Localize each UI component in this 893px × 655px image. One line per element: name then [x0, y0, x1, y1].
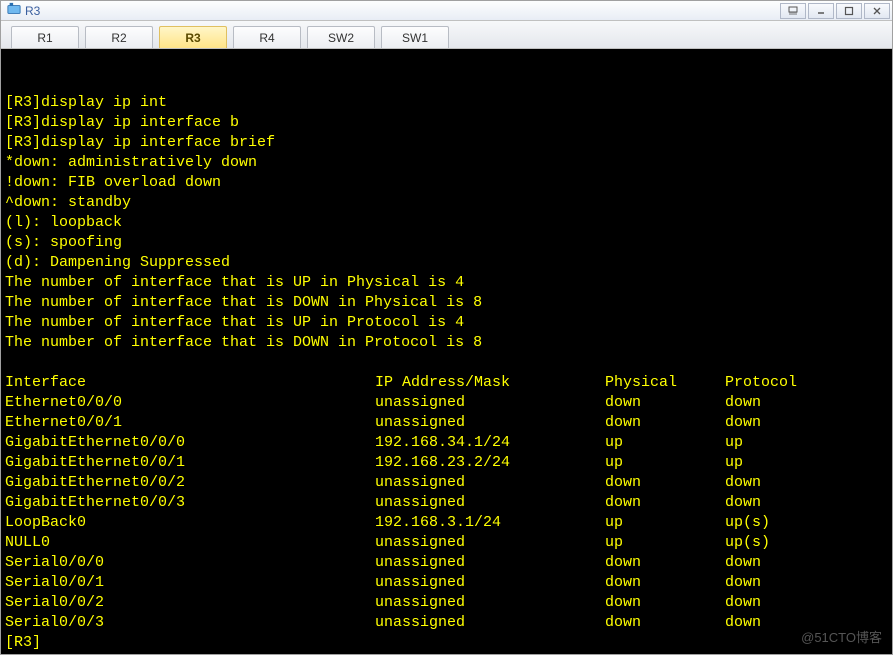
- table-row-col4: up(s): [725, 533, 888, 553]
- terminal-line: *down: administratively down: [5, 153, 888, 173]
- table-row: Serial0/0/1unassigneddowndown: [5, 573, 888, 593]
- options-button[interactable]: [780, 3, 806, 19]
- table-header-col4: Protocol: [725, 373, 888, 393]
- table-row-col3: up: [605, 453, 725, 473]
- table-row: NULL0unassignedupup(s): [5, 533, 888, 553]
- table-row-col1: Ethernet0/0/1: [5, 413, 375, 433]
- terminal-line: [R3]display ip interface brief: [5, 133, 888, 153]
- table-row-col1: GigabitEthernet0/0/1: [5, 453, 375, 473]
- terminal-line: (d): Dampening Suppressed: [5, 253, 888, 273]
- table-row-col2: unassigned: [375, 413, 605, 433]
- table-row-col2: 192.168.34.1/24: [375, 433, 605, 453]
- table-row-col3: down: [605, 493, 725, 513]
- terminal-line: [5, 353, 888, 373]
- table-header-col1: Interface: [5, 373, 375, 393]
- table-row: GigabitEthernet0/0/1192.168.23.2/24upup: [5, 453, 888, 473]
- table-row-col4: down: [725, 553, 888, 573]
- tab-sw2[interactable]: SW2: [307, 26, 375, 48]
- table-row: Serial0/0/2unassigneddowndown: [5, 593, 888, 613]
- table-row-col1: GigabitEthernet0/0/0: [5, 433, 375, 453]
- table-row-col2: unassigned: [375, 553, 605, 573]
- window-titlebar: R3: [1, 1, 892, 21]
- terminal-prompt: [R3]: [5, 633, 888, 653]
- table-row-col4: down: [725, 493, 888, 513]
- table-row-col3: down: [605, 613, 725, 633]
- table-row-col4: up(s): [725, 513, 888, 533]
- terminal-line: ^down: standby: [5, 193, 888, 213]
- terminal-output[interactable]: [R3]display ip int[R3]display ip interfa…: [1, 49, 892, 654]
- table-row-col3: up: [605, 433, 725, 453]
- table-row-col2: unassigned: [375, 613, 605, 633]
- table-row: Serial0/0/3unassigneddowndown: [5, 613, 888, 633]
- watermark: @51CTO博客: [801, 628, 882, 648]
- terminal-line: The number of interface that is UP in Ph…: [5, 273, 888, 293]
- terminal-line: !down: FIB overload down: [5, 173, 888, 193]
- table-row-col2: unassigned: [375, 473, 605, 493]
- table-row-col1: Serial0/0/1: [5, 573, 375, 593]
- table-row-col2: unassigned: [375, 533, 605, 553]
- table-row-col3: up: [605, 513, 725, 533]
- table-row-col1: LoopBack0: [5, 513, 375, 533]
- terminal-line: The number of interface that is DOWN in …: [5, 333, 888, 353]
- table-row-col2: unassigned: [375, 493, 605, 513]
- table-row-col1: NULL0: [5, 533, 375, 553]
- table-row-col3: down: [605, 593, 725, 613]
- table-header: InterfaceIP Address/MaskPhysicalProtocol: [5, 373, 888, 393]
- table-row-col3: up: [605, 533, 725, 553]
- table-row-col4: down: [725, 393, 888, 413]
- table-row-col1: Serial0/0/2: [5, 593, 375, 613]
- table-row: GigabitEthernet0/0/0192.168.34.1/24upup: [5, 433, 888, 453]
- table-row-col2: unassigned: [375, 593, 605, 613]
- table-row-col1: GigabitEthernet0/0/3: [5, 493, 375, 513]
- table-row-col3: down: [605, 473, 725, 493]
- maximize-button[interactable]: [836, 3, 862, 19]
- tab-bar: R1 R2 R3 R4 SW2 SW1: [1, 21, 892, 49]
- minimize-button[interactable]: [808, 3, 834, 19]
- tab-r4[interactable]: R4: [233, 26, 301, 48]
- table-row-col1: Serial0/0/3: [5, 613, 375, 633]
- tab-r1[interactable]: R1: [11, 26, 79, 48]
- terminal-line: The number of interface that is UP in Pr…: [5, 313, 888, 333]
- table-row-col1: Ethernet0/0/0: [5, 393, 375, 413]
- table-row-col3: down: [605, 413, 725, 433]
- table-row-col3: down: [605, 573, 725, 593]
- terminal-line: (l): loopback: [5, 213, 888, 233]
- table-row: Ethernet0/0/0unassigneddowndown: [5, 393, 888, 413]
- table-row: Serial0/0/0unassigneddowndown: [5, 553, 888, 573]
- table-row-col2: unassigned: [375, 573, 605, 593]
- table-row-col2: 192.168.23.2/24: [375, 453, 605, 473]
- table-row-col4: up: [725, 433, 888, 453]
- table-row-col4: down: [725, 473, 888, 493]
- tab-sw1[interactable]: SW1: [381, 26, 449, 48]
- table-row-col4: down: [725, 593, 888, 613]
- table-row-col2: unassigned: [375, 393, 605, 413]
- table-row: GigabitEthernet0/0/3unassigneddowndown: [5, 493, 888, 513]
- table-row-col1: GigabitEthernet0/0/2: [5, 473, 375, 493]
- table-row-col1: Serial0/0/0: [5, 553, 375, 573]
- table-row-col2: 192.168.3.1/24: [375, 513, 605, 533]
- table-row-col4: up: [725, 453, 888, 473]
- table-header-col3: Physical: [605, 373, 725, 393]
- terminal-line: (s): spoofing: [5, 233, 888, 253]
- table-row: GigabitEthernet0/0/2unassigneddowndown: [5, 473, 888, 493]
- tab-r2[interactable]: R2: [85, 26, 153, 48]
- table-row-col3: down: [605, 553, 725, 573]
- terminal-line: [R3]display ip int: [5, 93, 888, 113]
- table-row-col4: down: [725, 573, 888, 593]
- terminal-line: The number of interface that is DOWN in …: [5, 293, 888, 313]
- table-row: Ethernet0/0/1unassigneddowndown: [5, 413, 888, 433]
- close-button[interactable]: [864, 3, 890, 19]
- table-row-col3: down: [605, 393, 725, 413]
- app-icon: [7, 2, 21, 19]
- window-controls: [778, 3, 890, 19]
- table-row: LoopBack0192.168.3.1/24upup(s): [5, 513, 888, 533]
- table-row-col4: down: [725, 413, 888, 433]
- terminal-line: [R3]display ip interface b: [5, 113, 888, 133]
- window-title: R3: [25, 4, 40, 18]
- tab-r3[interactable]: R3: [159, 26, 227, 48]
- table-header-col2: IP Address/Mask: [375, 373, 605, 393]
